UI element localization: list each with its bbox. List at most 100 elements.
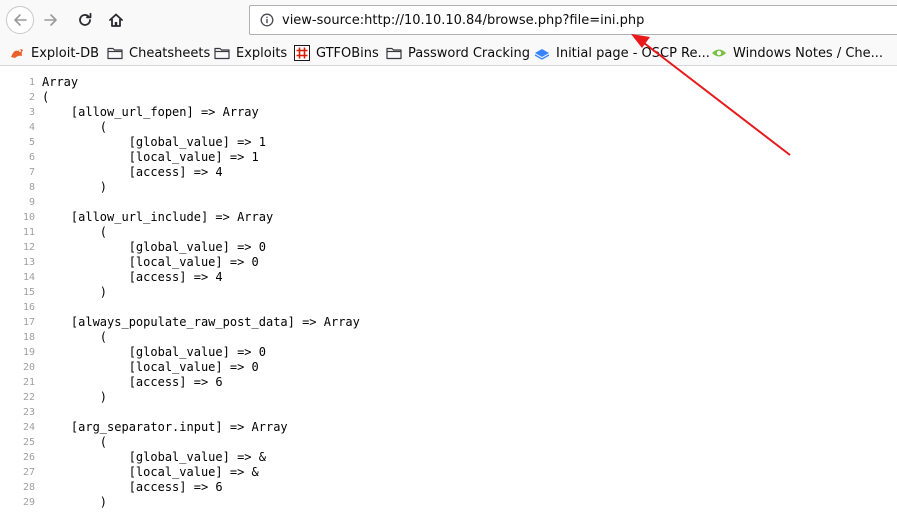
line-number: 1 xyxy=(28,77,35,88)
gitbook-icon xyxy=(534,45,550,61)
source-line: 26 [global_value] => & xyxy=(0,450,897,465)
line-number: 15 xyxy=(22,287,35,298)
line-code: ) xyxy=(42,495,108,509)
gtfobins-icon xyxy=(294,45,310,61)
source-line: 24 [arg_separator.input] => Array xyxy=(0,420,897,435)
source-line: 4 ( xyxy=(0,120,897,135)
line-code: [global_value] => 0 xyxy=(42,345,266,359)
bookmark-oscp-initial-page[interactable]: Initial page - OSCP Re... xyxy=(534,44,710,62)
source-line: 23 xyxy=(0,405,897,420)
line-code: ( xyxy=(42,120,108,134)
line-number: 19 xyxy=(22,347,35,358)
line-number: 9 xyxy=(28,197,35,208)
line-number: 16 xyxy=(22,302,35,313)
source-line: 17 [always_populate_raw_post_data] => Ar… xyxy=(0,315,897,330)
url-text: view-source:http://10.10.10.84/browse.ph… xyxy=(282,12,645,28)
exploit-db-icon xyxy=(9,45,25,61)
line-code: [arg_separator.input] => Array xyxy=(42,420,288,434)
source-line: 9 xyxy=(0,195,897,210)
arrow-right-icon xyxy=(44,14,57,26)
line-number: 26 xyxy=(22,452,35,463)
line-code: ( xyxy=(42,435,108,449)
line-code: [global_value] => & xyxy=(42,450,266,464)
line-number: 21 xyxy=(22,377,35,388)
bookmark-label: GTFOBins xyxy=(316,45,379,61)
line-number: 6 xyxy=(28,152,35,163)
source-line: 22 ) xyxy=(0,390,897,405)
bookmark-password-cracking[interactable]: Password Cracking xyxy=(386,44,530,62)
line-number: 29 xyxy=(22,497,35,508)
line-code: ) xyxy=(42,285,108,299)
line-code: [local_value] => 1 xyxy=(42,150,259,164)
home-button[interactable] xyxy=(103,7,129,33)
navigation-toolbar: view-source:http://10.10.10.84/browse.ph… xyxy=(0,0,897,40)
source-line: 21 [access] => 6 xyxy=(0,375,897,390)
arrow-left-icon xyxy=(14,14,27,26)
windows-notes-icon xyxy=(711,45,727,61)
source-line: 7 [access] => 4 xyxy=(0,165,897,180)
line-code: ( xyxy=(42,90,50,104)
bookmark-label: Exploits xyxy=(236,45,288,61)
line-code: [local_value] => & xyxy=(42,465,259,479)
reload-button[interactable] xyxy=(72,7,98,33)
line-number: 22 xyxy=(22,392,35,403)
line-number: 13 xyxy=(22,257,35,268)
source-line: 14 [access] => 4 xyxy=(0,270,897,285)
line-number: 28 xyxy=(22,482,35,493)
source-line: 6 [local_value] => 1 xyxy=(0,150,897,165)
bookmark-exploit-db[interactable]: Exploit-DB xyxy=(9,44,99,62)
line-number: 3 xyxy=(28,107,35,118)
source-line: 5 [global_value] => 1 xyxy=(0,135,897,150)
source-line: 10 [allow_url_include] => Array xyxy=(0,210,897,225)
line-number: 23 xyxy=(22,407,35,418)
bookmark-cheatsheets[interactable]: Cheatsheets xyxy=(107,44,210,62)
folder-icon xyxy=(214,45,230,61)
bookmark-windows-notes[interactable]: Windows Notes / Che... xyxy=(711,44,883,62)
source-line: 28 [access] => 6 xyxy=(0,480,897,495)
bookmark-exploits[interactable]: Exploits xyxy=(214,44,287,62)
line-number: 12 xyxy=(22,242,35,253)
source-line: 19 [global_value] => 0 xyxy=(0,345,897,360)
source-line: 18 ( xyxy=(0,330,897,345)
source-line: 15 ) xyxy=(0,285,897,300)
back-button[interactable] xyxy=(6,6,34,34)
folder-icon xyxy=(386,45,402,61)
line-number: 14 xyxy=(22,272,35,283)
source-view: 1 Array 2(3 [allow_url_fopen] => Array 4 (5… xyxy=(0,75,897,510)
line-number: 11 xyxy=(22,227,35,238)
line-code: ( xyxy=(42,330,108,344)
line-number: 4 xyxy=(28,122,35,133)
source-line: 3 [allow_url_fopen] => Array xyxy=(0,105,897,120)
line-number: 27 xyxy=(22,467,35,478)
source-line: 20 [local_value] => 0 xyxy=(0,360,897,375)
forward-button[interactable] xyxy=(38,7,64,33)
line-code: [access] => 6 xyxy=(42,375,223,389)
line-number: 25 xyxy=(22,437,35,448)
line-code: [local_value] => 0 xyxy=(42,255,259,269)
line-code: [allow_url_fopen] => Array xyxy=(42,105,259,119)
url-bar[interactable]: view-source:http://10.10.10.84/browse.ph… xyxy=(249,5,897,35)
source-line: 8 ) xyxy=(0,180,897,195)
source-line: 25 ( xyxy=(0,435,897,450)
source-line: 16 xyxy=(0,300,897,315)
source-line: 12 [global_value] => 0 xyxy=(0,240,897,255)
line-code: [local_value] => 0 xyxy=(42,360,259,374)
line-code: [access] => 6 xyxy=(42,480,223,494)
source-line: 1 Array xyxy=(0,75,897,90)
line-code: ) xyxy=(42,390,108,404)
source-line: 2( xyxy=(0,90,897,105)
source-line: 13 [local_value] => 0 xyxy=(0,255,897,270)
source-line: 27 [local_value] => & xyxy=(0,465,897,480)
bookmarks-toolbar: Exploit-DB Cheatsheets Exploits GTFOBins… xyxy=(0,40,897,66)
line-number: 10 xyxy=(22,212,35,223)
line-code: [allow_url_include] => Array xyxy=(42,210,274,224)
line-code: [global_value] => 1 xyxy=(42,135,266,149)
source-line: 11 ( xyxy=(0,225,897,240)
folder-icon xyxy=(107,45,123,61)
home-icon xyxy=(109,13,123,27)
info-icon[interactable] xyxy=(259,12,275,28)
line-number: 20 xyxy=(22,362,35,373)
bookmark-label: Password Cracking xyxy=(408,45,531,61)
bookmark-label: Initial page - OSCP Re... xyxy=(556,45,710,61)
bookmark-gtfobins[interactable]: GTFOBins xyxy=(294,44,379,62)
